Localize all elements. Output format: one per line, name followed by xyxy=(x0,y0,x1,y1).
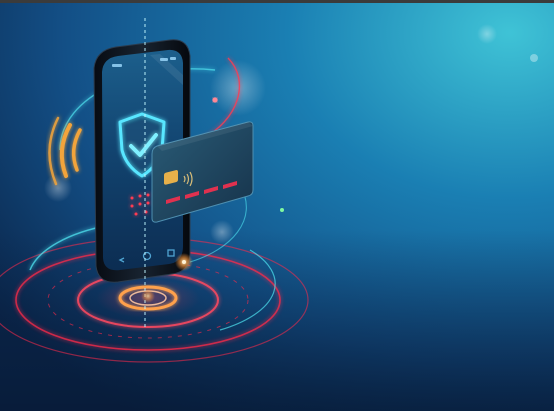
mobile-security-payment-illustration xyxy=(0,0,554,411)
floor-shadow xyxy=(0,230,554,411)
top-border xyxy=(0,0,554,3)
illustration xyxy=(0,0,554,411)
